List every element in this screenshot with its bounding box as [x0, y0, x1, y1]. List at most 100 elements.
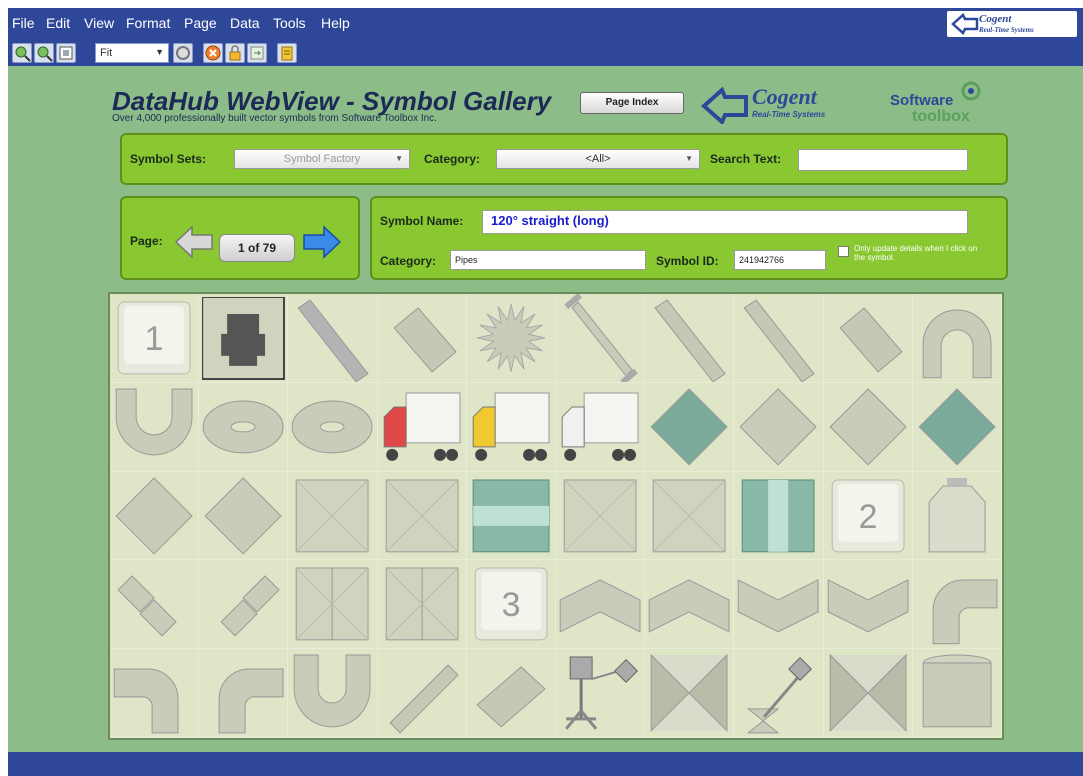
zoom-out-icon[interactable]	[34, 43, 54, 63]
cogent-logo-sub: Real-Time Systems	[752, 110, 826, 119]
page-subtitle: Over 4,000 professionally built vector s…	[112, 113, 437, 124]
symbol-diamond[interactable]	[645, 382, 735, 472]
symbol-diamond-pair2[interactable]	[199, 560, 289, 650]
category-detail-label: Category:	[380, 254, 437, 268]
svg-text:1: 1	[145, 320, 164, 358]
refresh-icon[interactable]	[173, 43, 193, 63]
lock-icon[interactable]	[225, 43, 245, 63]
symbol-pipe-fat[interactable]	[823, 294, 913, 383]
cogent-arrow-icon	[700, 86, 748, 124]
symbol-square[interactable]	[288, 471, 378, 561]
fit-page-icon[interactable]	[56, 43, 76, 63]
symbol-elbow-right[interactable]	[199, 649, 289, 738]
zoom-in-icon[interactable]	[12, 43, 32, 63]
symbol-id-field[interactable]: 241942766	[734, 250, 826, 270]
svg-text:3: 3	[501, 586, 520, 624]
cogent-logo-sub: Real-Time Systems	[979, 26, 1034, 34]
symbol-key[interactable]: 2	[823, 471, 913, 561]
document-icon[interactable]	[277, 43, 297, 63]
symbol-jack[interactable]	[199, 294, 289, 383]
menu-page[interactable]: Page	[184, 15, 217, 31]
previous-page-icon[interactable]	[174, 224, 214, 260]
symbol-truck[interactable]	[555, 382, 646, 472]
stop-icon[interactable]	[203, 43, 223, 63]
symbol-diamond[interactable]	[912, 382, 1002, 472]
search-text-label: Search Text:	[710, 152, 782, 166]
symbol-diamond[interactable]	[734, 382, 824, 472]
symbol-diamond[interactable]	[110, 471, 200, 561]
symbol-arch[interactable]	[912, 294, 1002, 383]
symbol-square[interactable]	[555, 471, 646, 561]
symbol-pipe-fat2[interactable]	[466, 649, 556, 738]
symbol-pipe-fat[interactable]	[377, 294, 467, 383]
symbol-ubend[interactable]	[110, 382, 200, 472]
symbol-donut[interactable]	[199, 382, 289, 472]
st-gear-icon	[961, 81, 981, 101]
symbol-pipe-diag2[interactable]	[377, 649, 467, 738]
category-detail-field[interactable]: Pipes	[450, 250, 646, 270]
filters-panel: Symbol Sets: Symbol Factory ▼ Category: …	[120, 133, 1008, 185]
cogent-logo-name: Cogent	[752, 84, 817, 109]
symbol-vessel[interactable]	[912, 471, 1002, 561]
st-logo-line2: toolbox	[912, 108, 970, 125]
next-page-icon[interactable]	[302, 224, 342, 260]
chevron-down-icon: ▼	[685, 154, 693, 163]
symbol-elbow-right[interactable]	[912, 560, 1002, 650]
cogent-logo-name: Cogent	[979, 13, 1012, 25]
zoom-select[interactable]: Fit ▼	[95, 43, 169, 63]
menu-data[interactable]: Data	[230, 15, 260, 31]
symbol-diamond-pair[interactable]	[110, 560, 200, 650]
symbol-tank-teal-v[interactable]	[734, 471, 824, 561]
page-indicator: 1 of 79	[219, 234, 295, 262]
symbol-elbow-up[interactable]	[555, 560, 646, 650]
symbol-star[interactable]	[466, 294, 556, 383]
symbol-pipe-diag[interactable]	[645, 294, 735, 383]
symbol-elbow-up[interactable]	[645, 560, 735, 650]
symbol-square[interactable]	[645, 471, 735, 561]
symbol-hourglass[interactable]	[823, 649, 913, 738]
symbol-donut[interactable]	[288, 382, 378, 472]
symbol-key[interactable]: 1	[110, 294, 200, 383]
cogent-logo: Cogent Real-Time Systems	[700, 84, 885, 124]
symbol-square[interactable]	[377, 471, 467, 561]
symbol-elbow-down[interactable]	[734, 560, 824, 650]
symbol-elbow-u[interactable]	[288, 649, 378, 738]
chevron-down-icon: ▼	[155, 47, 164, 57]
symbol-pipe-flange[interactable]	[555, 294, 646, 383]
symbol-key[interactable]: 3	[466, 560, 556, 650]
only-update-checkbox[interactable]	[838, 246, 849, 257]
symbol-valve-small[interactable]	[734, 649, 824, 738]
menu-edit[interactable]: Edit	[46, 15, 70, 31]
symbol-truck[interactable]	[377, 382, 467, 472]
menu-tools[interactable]: Tools	[273, 15, 306, 31]
st-logo-line1: Software	[890, 92, 954, 109]
export-icon[interactable]	[247, 43, 267, 63]
symbol-name-label: Symbol Name:	[380, 214, 464, 228]
page-index-button[interactable]: Page Index	[580, 92, 684, 114]
symbol-pipe-diag[interactable]	[288, 294, 378, 383]
zoom-select-value: Fit	[100, 47, 113, 59]
symbol-elbow-down[interactable]	[823, 560, 913, 650]
page-label: Page:	[130, 234, 163, 248]
menu-format[interactable]: Format	[126, 15, 170, 31]
search-text-input[interactable]	[798, 149, 968, 171]
category-select[interactable]: <All> ▼	[496, 149, 700, 169]
symbol-truck[interactable]	[466, 382, 556, 472]
symbol-tank-teal[interactable]	[466, 471, 556, 561]
symbol-sets-select[interactable]: Symbol Factory ▼	[234, 149, 410, 169]
details-panel: Symbol Name: 120° straight (long) Catego…	[370, 196, 1008, 280]
menu-help[interactable]: Help	[321, 15, 350, 31]
symbol-cylinder[interactable]	[912, 649, 1002, 738]
symbol-square-split[interactable]	[377, 560, 467, 650]
symbol-diamond[interactable]	[823, 382, 913, 472]
symbol-square-split[interactable]	[288, 560, 378, 650]
symbol-diamond[interactable]	[199, 471, 289, 561]
symbol-valve-actuator[interactable]	[555, 649, 646, 738]
symbol-pipe-diag[interactable]	[734, 294, 824, 383]
menu-file[interactable]: File	[12, 15, 35, 31]
symbol-hourglass[interactable]	[645, 649, 735, 738]
symbol-name-field[interactable]: 120° straight (long)	[482, 210, 968, 234]
symbol-gallery: 1 2 3	[108, 292, 1004, 740]
symbol-elbow-left[interactable]	[110, 649, 200, 738]
menu-view[interactable]: View	[84, 15, 114, 31]
